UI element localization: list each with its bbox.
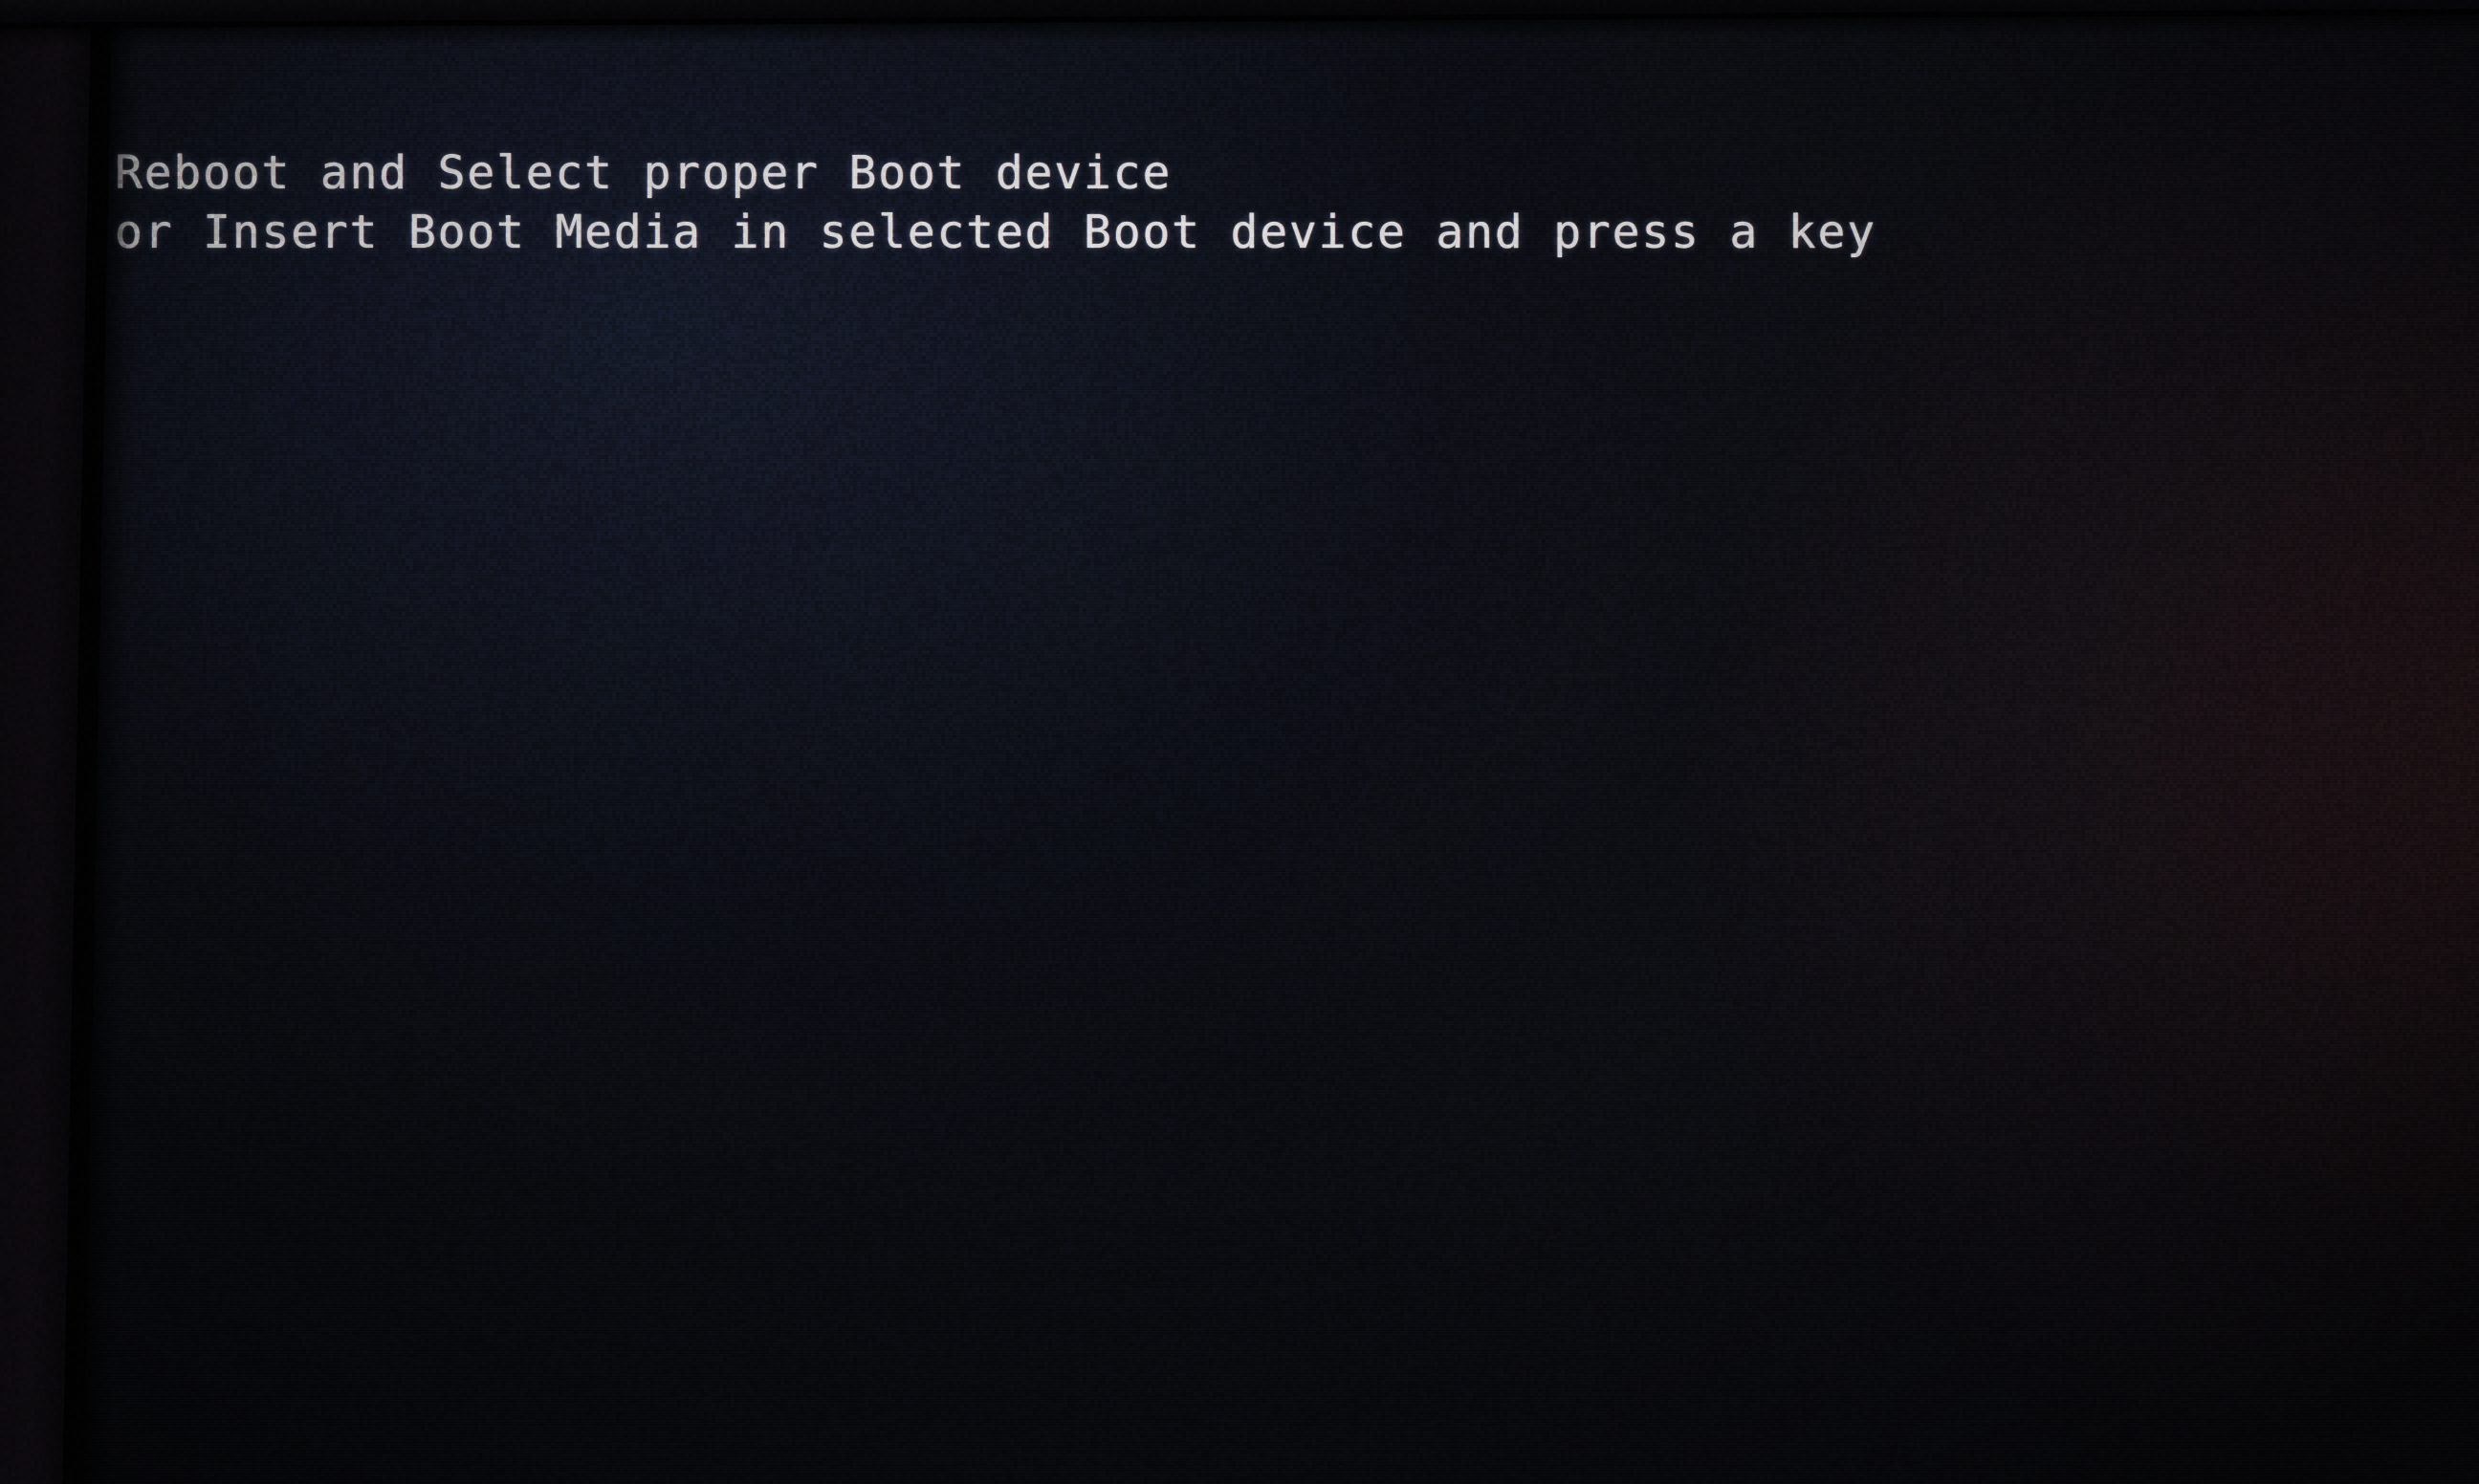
bios-message-block: Reboot and Select proper Boot device or … xyxy=(115,143,2295,262)
bios-message-line-2: or Insert Boot Media in selected Boot de… xyxy=(115,203,2295,262)
bios-boot-error-screenshot: Reboot and Select proper Boot device or … xyxy=(0,0,2479,1484)
bios-message-line-1: Reboot and Select proper Boot device xyxy=(115,143,2295,203)
